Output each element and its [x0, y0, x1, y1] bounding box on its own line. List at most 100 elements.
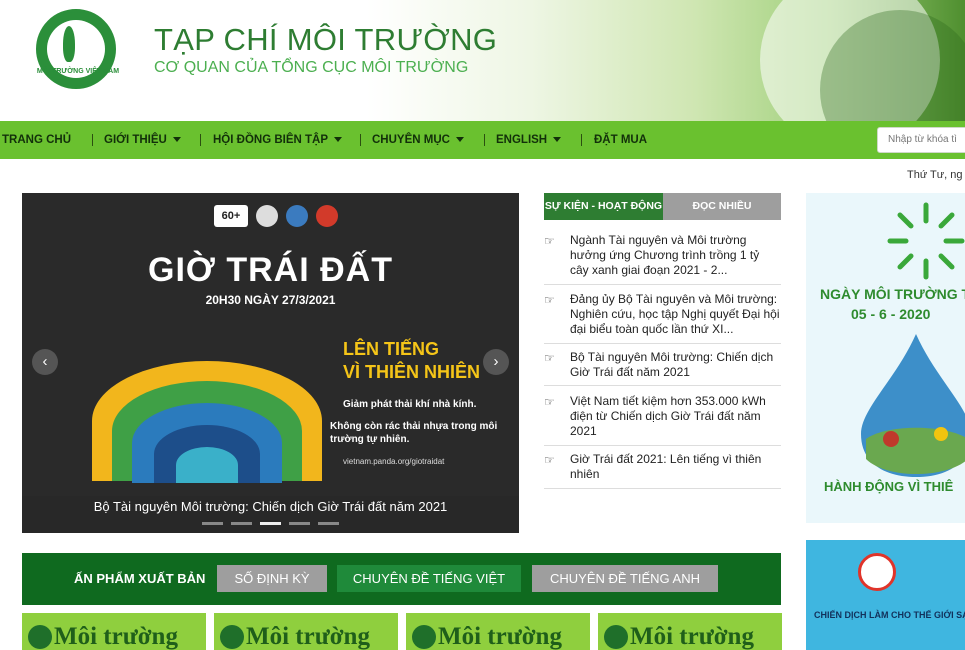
nav-divider [484, 134, 485, 146]
news-divider [544, 343, 781, 344]
site-logo[interactable] [36, 9, 116, 89]
nav-item-categories[interactable]: CHUYÊN MỤC [372, 121, 464, 159]
news-item[interactable]: ☞ Ngành Tài nguyên và Môi trường hưởng ứ… [544, 233, 781, 283]
pointing-hand-icon: ☞ [544, 395, 555, 409]
banner-title: NGÀY MÔI TRƯỜNG T [820, 286, 965, 302]
headline-line: VÌ THIÊN NHIÊN [343, 362, 481, 382]
tab-events[interactable]: SỰ KIỆN - HOẠT ĐỘNG [544, 193, 663, 220]
partner-logos: 60+ [214, 205, 338, 227]
pointing-hand-icon: ☞ [544, 453, 555, 467]
chevron-down-icon [334, 137, 343, 143]
tab-most-read[interactable]: ĐỌC NHIỀU [663, 193, 781, 220]
nav-item-label: CHUYÊN MỤC [372, 134, 450, 146]
magazine-title: Môi trường [246, 623, 370, 650]
national-emblem-icon [316, 205, 338, 227]
nav-item-home[interactable]: TRANG CHỦ [2, 121, 71, 159]
magazine-title: Môi trường [54, 623, 178, 650]
vietnamese-special-button[interactable]: CHUYÊN ĐỀ TIẾNG VIỆT [337, 565, 521, 592]
pointing-hand-icon: ☞ [544, 351, 555, 365]
magazine-logo-icon [412, 625, 436, 649]
main-nav: TRANG CHỦ GIỚI THIỆU HỘI ĐỒNG BIÊN TẬP C… [0, 121, 965, 159]
news-divider [544, 445, 781, 446]
news-divider [544, 488, 781, 489]
nav-item-label: ĐẶT MUA [594, 134, 648, 146]
slide-title: GIỜ TRÁI ĐẤT [148, 251, 393, 289]
periodic-issues-button[interactable]: SỐ ĐỊNH KỲ [217, 565, 327, 592]
slider-dot-active[interactable] [260, 522, 281, 525]
earth-illustration [92, 341, 332, 501]
magazine-cover[interactable]: Môi trường [22, 613, 206, 650]
search-input[interactable]: Nhập từ khóa tì [877, 127, 965, 153]
logo-caption: MÔI TRƯỜNG VIỆT NAM [36, 68, 120, 75]
site-title[interactable]: TẠP CHÍ MÔI TRƯỜNG [154, 22, 497, 58]
chevron-down-icon [172, 137, 181, 143]
news-item[interactable]: ☞ Việt Nam tiết kiệm hơn 353.000 kWh điệ… [544, 394, 781, 444]
page: MÔI TRƯỜNG VIỆT NAM TẠP CHÍ MÔI TRƯỜNG C… [0, 0, 965, 650]
magazine-cover[interactable]: Môi trường [214, 613, 398, 650]
news-title[interactable]: Giờ Trái đất 2021: Lên tiếng vì thiên nh… [570, 452, 781, 482]
news-item[interactable]: ☞ Bộ Tài nguyên Môi trường: Chiến dịch G… [544, 350, 781, 384]
wwf-panda-icon [256, 205, 278, 227]
magazine-logo-icon [604, 625, 628, 649]
publications-label: ẤN PHẨM XUẤT BẢN [74, 571, 206, 586]
pointing-hand-icon: ☞ [544, 234, 555, 248]
ministry-logo-icon [286, 205, 308, 227]
magazine-cover[interactable]: Môi trường [598, 613, 782, 650]
pointing-hand-icon: ☞ [544, 293, 555, 307]
slide-headline: LÊN TIẾNG VÌ THIÊN NHIÊN [343, 338, 480, 384]
news-item[interactable]: ☞ Giờ Trái đất 2021: Lên tiếng vì thiên … [544, 452, 781, 486]
campaign-logo-icon [858, 553, 896, 591]
chevron-down-icon [553, 137, 562, 143]
nav-divider [92, 134, 93, 146]
campaign-text: CHIẾN DỊCH LÀM CHO THẾ GIỚI SẠCH [814, 610, 965, 620]
news-title[interactable]: Bộ Tài nguyên Môi trường: Chiến dịch Giờ… [570, 350, 781, 380]
earth-hour-60-logo: 60+ [214, 205, 248, 227]
environment-day-banner[interactable]: NGÀY MÔI TRƯỜNG T 05 - 6 - 2020 HÀNH ĐỘN… [806, 193, 965, 523]
magazine-title: Môi trường [438, 623, 562, 650]
magazine-logo-icon [220, 625, 244, 649]
nav-item-editorial-board[interactable]: HỘI ĐỒNG BIÊN TẬP [213, 121, 343, 159]
current-date: Thứ Tư, ng [907, 169, 963, 181]
slide-date: 20H30 NGÀY 27/3/2021 [205, 293, 336, 307]
nav-item-subscribe[interactable]: ĐẶT MUA [594, 121, 647, 159]
english-special-button[interactable]: CHUYÊN ĐỀ TIẾNG ANH [532, 565, 718, 592]
nav-item-about[interactable]: GIỚI THIỆU [104, 121, 181, 159]
slide-url: vietnam.panda.org/giotraidat [343, 457, 445, 466]
nav-divider [581, 134, 582, 146]
banner-date: 05 - 6 - 2020 [851, 306, 931, 322]
news-divider [544, 385, 781, 386]
nav-item-label: HỘI ĐỒNG BIÊN TẬP [213, 134, 329, 146]
slide-caption[interactable]: Bộ Tài nguyên Môi trường: Chiến dịch Giờ… [22, 499, 519, 514]
magazine-logo-icon [28, 625, 52, 649]
slider-dot[interactable] [289, 522, 310, 525]
nav-item-label: GIỚI THIỆU [104, 134, 167, 146]
featured-slider[interactable]: 60+ GIỜ TRÁI ĐẤT 20H30 NGÀY 27/3/2021 LÊ… [22, 193, 519, 533]
nav-divider [200, 134, 201, 146]
news-item[interactable]: ☞ Đảng ủy Bộ Tài nguyên và Môi trường: N… [544, 292, 781, 342]
slide-point: Không còn rác thải nhựa trong môi trường… [330, 421, 498, 445]
slide-point: Giảm phát thải khí nhà kính. [343, 399, 477, 410]
nav-item-label: TRANG CHỦ [2, 134, 71, 146]
news-title[interactable]: Ngành Tài nguyên và Môi trường hưởng ứng… [570, 233, 781, 278]
nav-item-english[interactable]: ENGLISH [496, 121, 562, 159]
water-drop-illustration [861, 334, 965, 477]
prev-arrow-icon[interactable]: ‹ [32, 349, 58, 375]
slider-dot[interactable] [318, 522, 339, 525]
magazine-cover[interactable]: Môi trường [406, 613, 590, 650]
campaign-banner[interactable]: CHIẾN DỊCH LÀM CHO THẾ GIỚI SẠCH [806, 540, 965, 650]
headline-line: LÊN TIẾNG [343, 339, 440, 359]
magazine-title: Môi trường [630, 623, 754, 650]
news-title[interactable]: Việt Nam tiết kiệm hơn 353.000 kWh điện … [570, 394, 781, 439]
site-header: MÔI TRƯỜNG VIỆT NAM TẠP CHÍ MÔI TRƯỜNG C… [0, 0, 965, 121]
logo-figure-icon [63, 26, 75, 62]
nav-item-label: ENGLISH [496, 134, 548, 146]
sun-rays-icon [887, 202, 965, 280]
news-title[interactable]: Đảng ủy Bộ Tài nguyên và Môi trường: Ngh… [570, 292, 781, 337]
slider-dots [202, 522, 339, 525]
nav-divider [360, 134, 361, 146]
next-arrow-icon[interactable]: › [483, 349, 509, 375]
slider-dot[interactable] [231, 522, 252, 525]
publications-bar: ẤN PHẨM XUẤT BẢN SỐ ĐỊNH KỲ CHUYÊN ĐỀ TI… [22, 553, 781, 605]
slider-dot[interactable] [202, 522, 223, 525]
site-subtitle: CƠ QUAN CỦA TỔNG CỤC MÔI TRƯỜNG [154, 59, 469, 76]
